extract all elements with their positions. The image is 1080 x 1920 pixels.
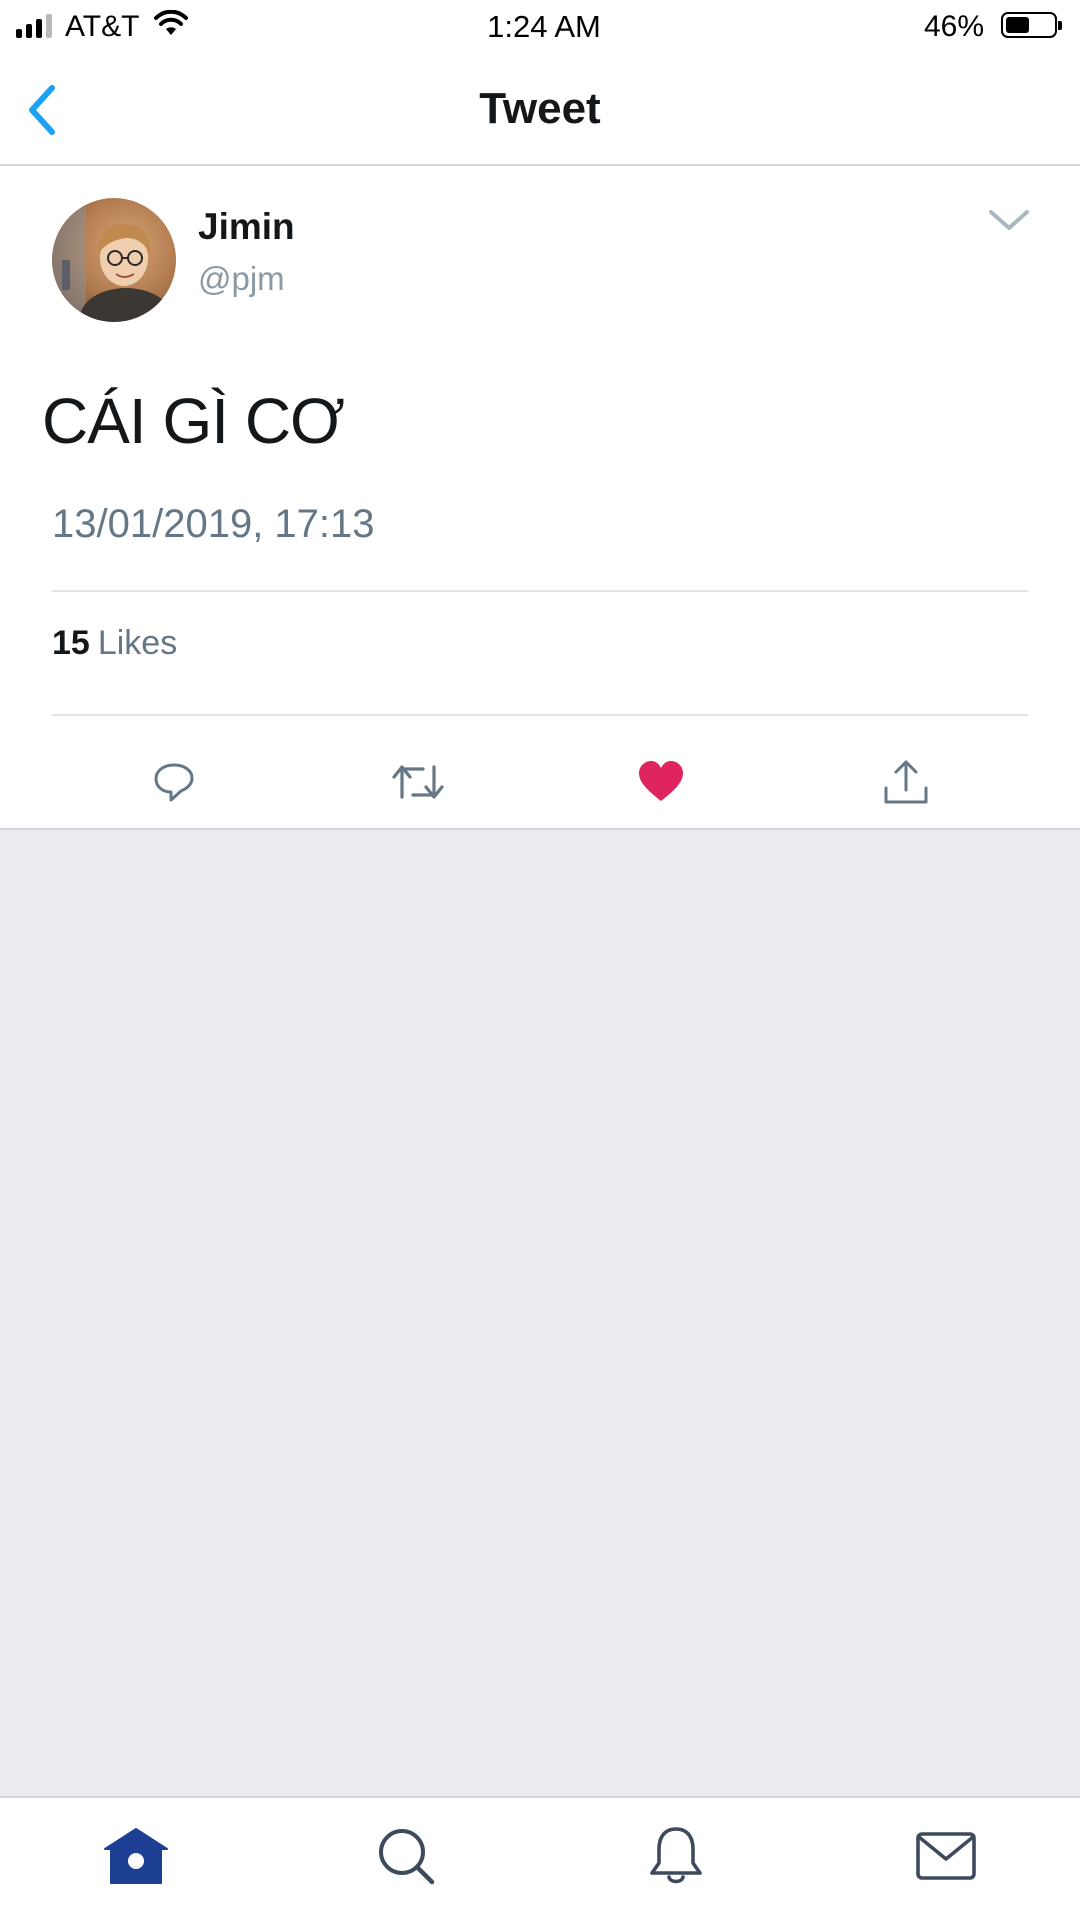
navigation-bar: Tweet (0, 56, 1080, 166)
home-icon (104, 1828, 168, 1884)
tab-bar (0, 1796, 1080, 1920)
bell-icon (650, 1827, 702, 1884)
envelope-icon (916, 1832, 976, 1880)
likes-stat[interactable]: 15 Likes (52, 624, 177, 663)
share-icon (884, 760, 928, 804)
screen: AT&T 1:24 AM 46% Tweet Jimin @pjm CÁI GÌ… (0, 0, 1080, 1920)
tab-home[interactable] (96, 1824, 176, 1888)
tweet-menu-button[interactable] (984, 200, 1034, 240)
avatar[interactable] (52, 198, 176, 322)
tweet-detail: Jimin @pjm CÁI GÌ CƠ 13/01/2019, 17:13 1… (0, 166, 1080, 830)
tab-notifications[interactable] (636, 1824, 716, 1888)
clock: 1:24 AM (487, 9, 601, 44)
heart-icon (639, 761, 683, 801)
retweet-button[interactable] (378, 742, 458, 822)
retweet-icon (392, 765, 444, 799)
page-title: Tweet (479, 84, 601, 133)
tab-messages[interactable] (906, 1824, 986, 1888)
display-name[interactable]: Jimin (198, 206, 295, 248)
tweet-timestamp: 13/01/2019, 17:13 (52, 502, 375, 546)
tweet-text: CÁI GÌ CƠ (42, 385, 345, 457)
chevron-down-icon (989, 210, 1029, 230)
battery-icon (1001, 12, 1062, 38)
divider (52, 590, 1028, 592)
likes-count: 15 (52, 624, 90, 662)
like-button[interactable] (621, 742, 701, 822)
tab-search[interactable] (366, 1824, 446, 1888)
reply-button[interactable] (134, 742, 214, 822)
reply-icon (154, 763, 194, 802)
likes-label: Likes (97, 624, 178, 662)
user-handle: @pjm (198, 260, 285, 297)
divider (52, 714, 1028, 716)
share-button[interactable] (866, 742, 946, 822)
search-icon (379, 1829, 435, 1885)
status-bar: AT&T 1:24 AM 46% (0, 0, 1080, 56)
battery-percent: 46% (924, 10, 985, 43)
